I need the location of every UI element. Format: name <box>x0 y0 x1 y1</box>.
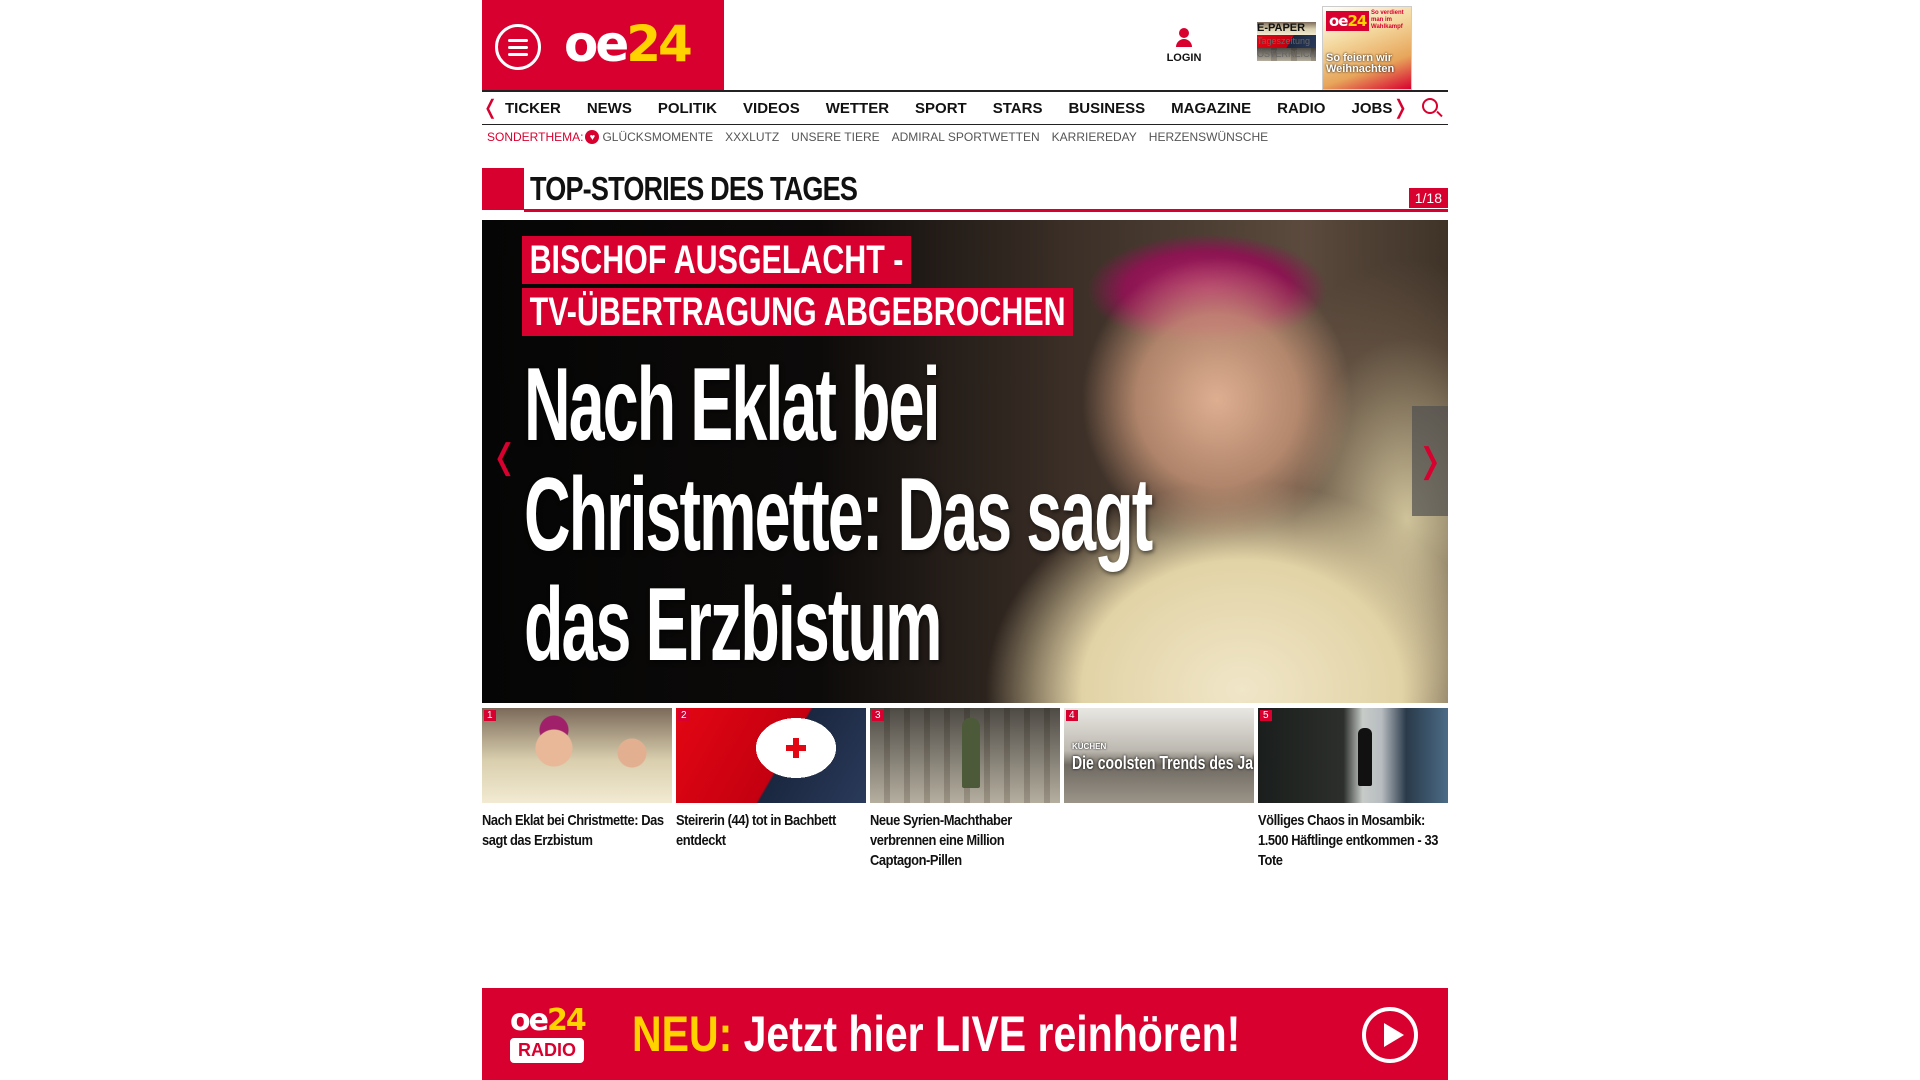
radio-banner[interactable]: oe24 RADIO NEU: Jetzt hier LIVE reinhöre… <box>482 988 1448 1080</box>
person-silhouette <box>1358 728 1372 786</box>
hero-kicker-line2: TV-ÜBERTRAGUNG ABGEBROCHEN <box>522 288 1074 336</box>
nav-item-business[interactable]: BUSINESS <box>1068 100 1145 117</box>
teaser-overlay-category: KÜCHEN <box>1072 742 1107 751</box>
special-topic-label: SONDERTHEMA: <box>487 130 584 144</box>
nav-item-jobs[interactable]: JOBS <box>1351 100 1392 117</box>
nav-item-sport[interactable]: SPORT <box>915 100 967 117</box>
teaser-title[interactable]: Neue Syrien-Machthaber verbrennen eine M… <box>870 811 1060 871</box>
slide-counter: 1/18 <box>1408 188 1448 208</box>
nav-item-videos[interactable]: VIDEOS <box>743 100 800 117</box>
hero-kicker-line1: BISCHOF AUSGELACHT - <box>522 236 912 284</box>
epaper-cover-image[interactable]: oe24 So verdient man im Wahlkampf So fei… <box>1322 6 1412 90</box>
special-topic-admiral-sportwetten[interactable]: ADMIRAL SPORTWETTEN <box>892 130 1040 144</box>
slider-prev-icon[interactable]: ❬ <box>490 440 519 474</box>
nav-prev-arrow-icon[interactable]: ❬ <box>482 96 499 120</box>
nav-item-ticker[interactable]: TICKER <box>505 100 561 117</box>
radio-logo-label: RADIO <box>510 1038 584 1063</box>
radio-cta: Jetzt hier LIVE reinhören! <box>743 1006 1241 1062</box>
story-teasers: 1 Nach Eklat bei Christmette: Das sagt d… <box>482 708 1448 871</box>
hero-slide[interactable]: BISCHOF AUSGELACHT - TV-ÜBERTRAGUNG ABGE… <box>482 220 1448 703</box>
site-logo[interactable]: oe24 <box>564 14 693 74</box>
soldier-figure <box>962 718 980 788</box>
login-label: LOGIN <box>1166 52 1202 64</box>
nav-item-magazine[interactable]: MAGAZINE <box>1171 100 1251 117</box>
teaser-card[interactable]: 3 Neue Syrien-Machthaber verbrennen eine… <box>870 708 1060 871</box>
teaser-image[interactable]: 5 <box>1258 708 1448 803</box>
red-cross-icon <box>784 736 808 760</box>
special-topic-unsere-tiere[interactable]: UNSERE TIERE <box>791 130 879 144</box>
nav-list: TICKER NEWS POLITIK VIDEOS WETTER SPORT … <box>505 92 1418 125</box>
teaser-number: 5 <box>1260 710 1272 721</box>
teaser-image[interactable]: 2 <box>676 708 866 803</box>
cover-logo: oe24 <box>1326 11 1370 31</box>
special-topic-karriereday[interactable]: KARRIEREDAY <box>1052 130 1137 144</box>
nav-item-wetter[interactable]: WETTER <box>826 100 889 117</box>
teaser-image[interactable]: 1 <box>482 708 672 803</box>
nav-item-stars[interactable]: STARS <box>993 100 1043 117</box>
teaser-image[interactable]: 3 <box>870 708 1060 803</box>
teaser-card[interactable]: 4 KÜCHEN Die coolsten Trends des Jahres <box>1064 708 1254 871</box>
slider-next-icon[interactable]: ❭ <box>1412 406 1448 516</box>
nav-item-news[interactable]: NEWS <box>587 100 632 117</box>
hero-headline[interactable]: Nach Eklat bei Christmette: Das sagt das… <box>524 350 1268 680</box>
search-icon[interactable] <box>1422 98 1438 114</box>
epaper-link[interactable]: E-PAPER Tageszeitung ÖSTERREICH <box>1257 22 1317 61</box>
login-button[interactable]: LOGIN <box>1164 28 1204 64</box>
radio-banner-text: NEU: Jetzt hier LIVE reinhören! <box>632 1006 1240 1062</box>
teaser-number: 1 <box>484 710 496 721</box>
section-title: TOP-STORIES DES TAGES <box>530 170 858 207</box>
special-topic-herzenswuensche[interactable]: HERZENSWÜNSCHE <box>1149 130 1268 144</box>
teaser-image[interactable]: 4 KÜCHEN Die coolsten Trends des Jahres <box>1064 708 1254 803</box>
special-topic-gluecksmomente[interactable]: GLÜCKSMOMENTE <box>602 130 713 144</box>
heart-icon: ♥ <box>585 130 600 144</box>
cover-headline: So feiern wir Weihnachten <box>1326 52 1395 75</box>
teaser-overlay-title: Die coolsten Trends des Jahres <box>1072 753 1254 773</box>
epaper-line1: Tageszeitung <box>1257 35 1317 48</box>
teaser-title[interactable]: Nach Eklat bei Christmette: Das sagt das… <box>482 811 672 851</box>
special-topic-xxxlutz[interactable]: XXXLUTZ <box>725 130 779 144</box>
user-icon <box>1164 28 1204 47</box>
main-nav: ❬ TICKER NEWS POLITIK VIDEOS WETTER SPOR… <box>482 90 1448 125</box>
section-divider <box>524 209 1448 212</box>
teaser-number: 4 <box>1066 710 1078 721</box>
top-stories-header: TOP-STORIES DES TAGES 1/18 <box>482 168 1448 212</box>
menu-icon[interactable] <box>495 24 541 70</box>
teaser-card[interactable]: 2 Steirerin (44) tot in Bachbett entdeck… <box>676 708 866 871</box>
epaper-line2: ÖSTERREICH <box>1257 48 1317 61</box>
special-topics-bar: SONDERTHEMA: ♥ GLÜCKSMOMENTE XXXLUTZ UNS… <box>487 130 1280 144</box>
epaper-title: E-PAPER <box>1257 22 1317 35</box>
play-icon[interactable] <box>1362 1007 1418 1063</box>
hero-kicker: BISCHOF AUSGELACHT - TV-ÜBERTRAGUNG ABGE… <box>522 236 1247 338</box>
teaser-number: 2 <box>678 710 690 721</box>
teaser-number: 3 <box>872 710 884 721</box>
teaser-title[interactable]: Steirerin (44) tot in Bachbett entdeckt <box>676 811 866 851</box>
teaser-card[interactable]: 1 Nach Eklat bei Christmette: Das sagt d… <box>482 708 672 871</box>
nav-next-arrow-icon[interactable]: ❭ <box>1392 96 1409 120</box>
teaser-title[interactable]: Völliges Chaos in Mosambik: 1.500 Häftli… <box>1258 811 1448 871</box>
header-logo-area: oe24 <box>482 0 724 90</box>
cover-top-text: So verdient man im Wahlkampf <box>1371 10 1404 30</box>
radio-logo: oe24 RADIO <box>510 1006 602 1063</box>
teaser-card[interactable]: 5 Völliges Chaos in Mosambik: 1.500 Häft… <box>1258 708 1448 871</box>
radio-new-label: NEU: <box>632 1006 733 1062</box>
section-marker <box>482 168 524 210</box>
nav-item-politik[interactable]: POLITIK <box>658 100 717 117</box>
nav-item-radio[interactable]: RADIO <box>1277 100 1325 117</box>
